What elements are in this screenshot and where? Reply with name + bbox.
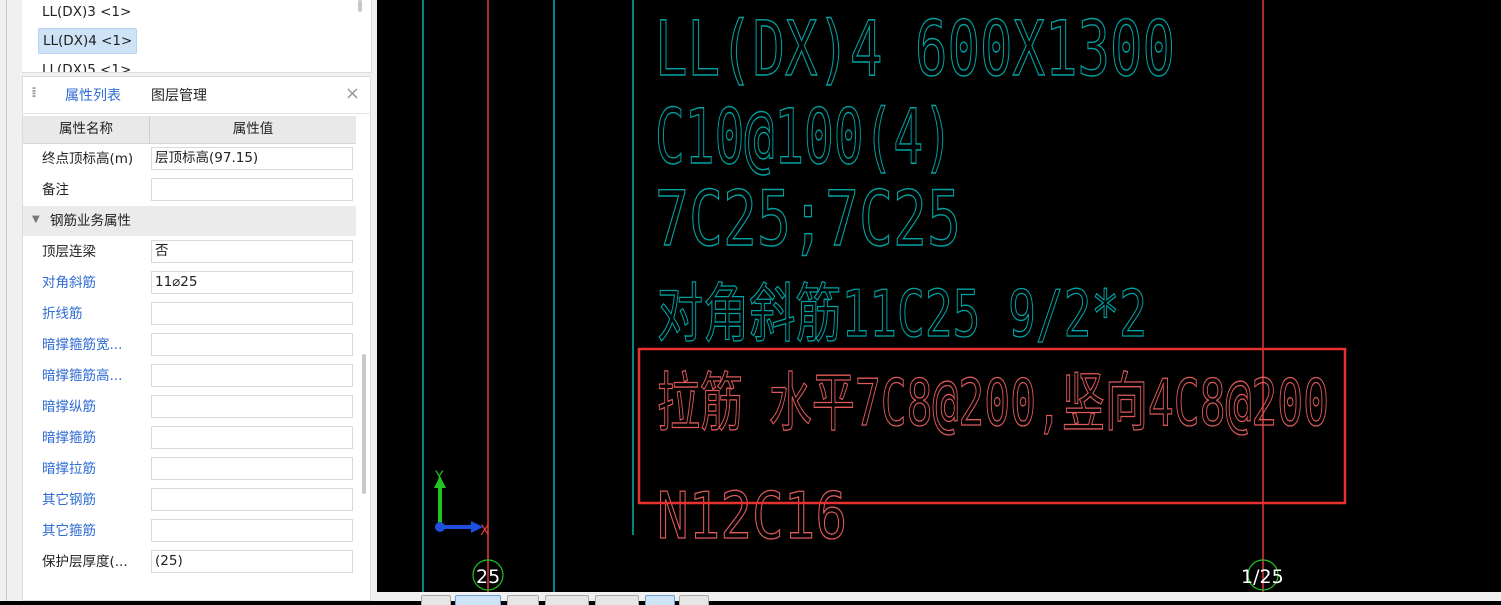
tab-layer-management[interactable]: 图层管理 — [151, 85, 207, 105]
axis-label: 1/25 — [1241, 566, 1284, 588]
list-item-selected[interactable]: LL(DX)4 <1> — [38, 28, 138, 54]
property-name: 终点顶标高(m) — [42, 151, 134, 167]
property-group-row[interactable]: ▼ 钢筋业务属性 — [23, 206, 356, 236]
property-name: 备注 — [42, 182, 69, 198]
property-row: 备注 — [23, 175, 356, 206]
close-icon[interactable]: × — [345, 83, 360, 104]
property-value-field[interactable] — [151, 426, 353, 449]
diagonal-bar-label: 对角斜筋11C25 9/2*2 — [657, 278, 1147, 352]
column-header-name: 属性名称 — [23, 116, 150, 143]
property-value-field[interactable]: (25) — [151, 550, 353, 573]
toolbar-button[interactable] — [421, 595, 451, 605]
property-value-field[interactable] — [151, 488, 353, 511]
property-name: 其它钢筋 — [42, 492, 96, 508]
cad-drawing: LL(DX)4 600X1300 C10@100(4) 7C25;7C25 对角… — [422, 0, 1347, 592]
element-list[interactable]: LL(DX)3 <1> LL(DX)4 <1> LL(DX)5 <1> — [22, 0, 372, 73]
cad-drawing-canvas[interactable]: LL(DX)4 600X1300 C10@100(4) 7C25;7C25 对角… — [377, 0, 1501, 592]
property-row: 暗撑拉筋 — [23, 454, 356, 485]
property-scrollbar[interactable] — [362, 354, 366, 494]
property-row: 暗撑纵筋 — [23, 392, 356, 423]
property-row: 对角斜筋 11⌀25 — [23, 268, 356, 299]
beam-label: LL(DX)4 600X1300 — [655, 4, 1175, 93]
property-value-field[interactable] — [151, 302, 353, 325]
tab-property-list[interactable]: 属性列表 — [65, 85, 121, 105]
property-row: 暗撑箍筋宽... — [23, 330, 356, 361]
property-row: 终点顶标高(m) 层顶标高(97.15) — [23, 144, 356, 175]
property-name: 保护层厚度(... — [42, 554, 128, 570]
longitudinal-bar-label: 7C25;7C25 — [655, 174, 961, 263]
expand-arrow-icon[interactable]: ▼ — [32, 214, 40, 225]
property-row: 暗撑箍筋高... — [23, 361, 356, 392]
toolbar-button[interactable] — [545, 595, 589, 605]
property-value-field[interactable] — [151, 395, 353, 418]
property-name: 对角斜筋 — [42, 275, 96, 291]
property-value-field[interactable]: 11⌀25 — [151, 271, 353, 294]
property-value-field[interactable] — [151, 457, 353, 480]
property-row: 暗撑箍筋 — [23, 423, 356, 454]
property-panel: ⁞⁞ 属性列表 图层管理 × 属性名称 属性值 终点顶标高(m) 层顶标高(97.… — [22, 76, 371, 601]
list-scrollbar[interactable] — [358, 0, 362, 12]
axis-label: 25 — [476, 566, 500, 588]
property-value-field[interactable] — [151, 519, 353, 542]
property-name: 暗撑箍筋 — [42, 430, 96, 446]
property-table-header: 属性名称 属性值 — [23, 116, 356, 144]
toolbar-button[interactable] — [455, 595, 501, 605]
toolbar-button[interactable] — [679, 595, 709, 605]
stirrup-label: C10@100(4) — [655, 92, 953, 181]
column-header-value: 属性值 — [232, 121, 274, 137]
property-value-field[interactable] — [151, 178, 353, 201]
property-row: 顶层连梁 否 — [23, 237, 356, 268]
left-panel: LL(DX)3 <1> LL(DX)4 <1> LL(DX)5 <1> ⁞⁞ 属… — [0, 0, 377, 601]
property-group-name: 钢筋业务属性 — [50, 213, 131, 229]
ucs-x-label: X — [480, 523, 490, 539]
property-row: 其它箍筋 — [23, 516, 356, 547]
property-name: 其它箍筋 — [42, 523, 96, 539]
property-name: 暗撑箍筋宽... — [42, 337, 123, 353]
property-row: 其它钢筋 — [23, 485, 356, 516]
property-name: 暗撑纵筋 — [42, 399, 96, 415]
property-name: 暗撑箍筋高... — [42, 368, 123, 384]
property-value-field[interactable]: 层顶标高(97.15) — [151, 147, 353, 170]
list-item[interactable]: LL(DX)3 <1> — [38, 0, 135, 24]
toolbar-button[interactable] — [595, 595, 639, 605]
ucs-origin — [435, 522, 445, 532]
panel-divider — [6, 0, 7, 601]
drag-handle-icon[interactable]: ⁞⁞ — [31, 85, 37, 101]
toolbar-button[interactable] — [645, 595, 675, 605]
bottom-toolbar — [377, 592, 1501, 605]
property-name: 折线筋 — [42, 306, 83, 322]
ucs-y-label: Y — [434, 469, 444, 485]
property-value-field[interactable] — [151, 333, 353, 356]
side-bar-label: N12C16 — [657, 480, 847, 554]
property-row: 保护层厚度(... (25) — [23, 547, 356, 578]
toolbar-button[interactable] — [507, 595, 539, 605]
property-value-field[interactable]: 否 — [151, 240, 353, 263]
property-value-field[interactable] — [151, 364, 353, 387]
property-name: 暗撑拉筋 — [42, 461, 96, 477]
tie-bar-label: 拉筋 水平7C8@200,竖向4C8@200 — [657, 367, 1329, 441]
property-name: 顶层连梁 — [42, 244, 96, 260]
list-item[interactable]: LL(DX)5 <1> — [38, 58, 135, 72]
property-row: 折线筋 — [23, 299, 356, 330]
property-panel-header: ⁞⁞ 属性列表 图层管理 × — [23, 77, 370, 114]
